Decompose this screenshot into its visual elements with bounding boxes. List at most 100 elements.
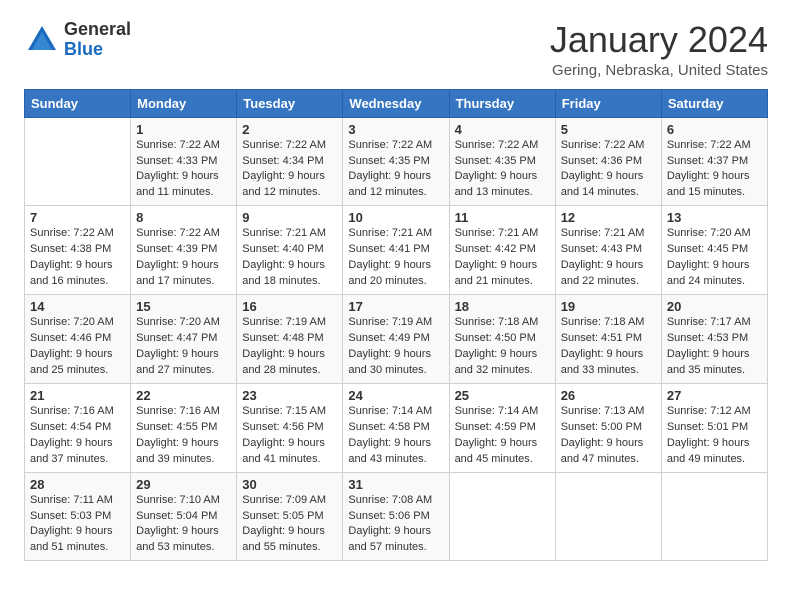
calendar-cell: 20Sunrise: 7:17 AMSunset: 4:53 PMDayligh… bbox=[661, 295, 767, 384]
logo-blue-text: Blue bbox=[64, 40, 131, 60]
day-number: 1 bbox=[136, 122, 231, 137]
day-info: Sunrise: 7:10 AMSunset: 5:04 PMDaylight:… bbox=[136, 493, 231, 557]
day-number: 22 bbox=[136, 388, 231, 403]
day-info: Sunrise: 7:11 AMSunset: 5:03 PMDaylight:… bbox=[30, 493, 125, 557]
calendar-week-row: 14Sunrise: 7:20 AMSunset: 4:46 PMDayligh… bbox=[25, 295, 768, 384]
calendar-cell: 19Sunrise: 7:18 AMSunset: 4:51 PMDayligh… bbox=[555, 295, 661, 384]
calendar-cell bbox=[661, 472, 767, 561]
location-text: Gering, Nebraska, United States bbox=[550, 62, 768, 79]
calendar-cell: 12Sunrise: 7:21 AMSunset: 4:43 PMDayligh… bbox=[555, 206, 661, 295]
day-info: Sunrise: 7:12 AMSunset: 5:01 PMDaylight:… bbox=[667, 404, 762, 468]
day-number: 12 bbox=[561, 210, 656, 225]
calendar-cell: 11Sunrise: 7:21 AMSunset: 4:42 PMDayligh… bbox=[449, 206, 555, 295]
day-number: 6 bbox=[667, 122, 762, 137]
calendar-cell: 30Sunrise: 7:09 AMSunset: 5:05 PMDayligh… bbox=[237, 472, 343, 561]
calendar-cell: 28Sunrise: 7:11 AMSunset: 5:03 PMDayligh… bbox=[25, 472, 131, 561]
logo: General Blue bbox=[24, 20, 131, 60]
day-info: Sunrise: 7:20 AMSunset: 4:47 PMDaylight:… bbox=[136, 315, 231, 379]
day-info: Sunrise: 7:20 AMSunset: 4:45 PMDaylight:… bbox=[667, 226, 762, 290]
day-number: 19 bbox=[561, 299, 656, 314]
day-number: 26 bbox=[561, 388, 656, 403]
day-number: 7 bbox=[30, 210, 125, 225]
day-info: Sunrise: 7:22 AMSunset: 4:35 PMDaylight:… bbox=[455, 138, 550, 202]
calendar-week-row: 7Sunrise: 7:22 AMSunset: 4:38 PMDaylight… bbox=[25, 206, 768, 295]
day-info: Sunrise: 7:20 AMSunset: 4:46 PMDaylight:… bbox=[30, 315, 125, 379]
calendar-cell: 15Sunrise: 7:20 AMSunset: 4:47 PMDayligh… bbox=[131, 295, 237, 384]
calendar-cell: 21Sunrise: 7:16 AMSunset: 4:54 PMDayligh… bbox=[25, 383, 131, 472]
day-info: Sunrise: 7:16 AMSunset: 4:54 PMDaylight:… bbox=[30, 404, 125, 468]
day-info: Sunrise: 7:17 AMSunset: 4:53 PMDaylight:… bbox=[667, 315, 762, 379]
day-number: 14 bbox=[30, 299, 125, 314]
day-info: Sunrise: 7:22 AMSunset: 4:39 PMDaylight:… bbox=[136, 226, 231, 290]
page-header: General Blue January 2024 Gering, Nebras… bbox=[24, 20, 768, 79]
day-info: Sunrise: 7:22 AMSunset: 4:36 PMDaylight:… bbox=[561, 138, 656, 202]
day-number: 5 bbox=[561, 122, 656, 137]
day-number: 29 bbox=[136, 477, 231, 492]
day-info: Sunrise: 7:21 AMSunset: 4:43 PMDaylight:… bbox=[561, 226, 656, 290]
logo-general-text: General bbox=[64, 20, 131, 40]
day-info: Sunrise: 7:15 AMSunset: 4:56 PMDaylight:… bbox=[242, 404, 337, 468]
day-number: 15 bbox=[136, 299, 231, 314]
month-title: January 2024 bbox=[550, 20, 768, 60]
day-info: Sunrise: 7:22 AMSunset: 4:35 PMDaylight:… bbox=[348, 138, 443, 202]
day-number: 16 bbox=[242, 299, 337, 314]
day-number: 28 bbox=[30, 477, 125, 492]
day-number: 27 bbox=[667, 388, 762, 403]
calendar-cell: 26Sunrise: 7:13 AMSunset: 5:00 PMDayligh… bbox=[555, 383, 661, 472]
day-info: Sunrise: 7:21 AMSunset: 4:41 PMDaylight:… bbox=[348, 226, 443, 290]
day-info: Sunrise: 7:09 AMSunset: 5:05 PMDaylight:… bbox=[242, 493, 337, 557]
day-info: Sunrise: 7:22 AMSunset: 4:34 PMDaylight:… bbox=[242, 138, 337, 202]
calendar-cell: 25Sunrise: 7:14 AMSunset: 4:59 PMDayligh… bbox=[449, 383, 555, 472]
header-sunday: Sunday bbox=[25, 89, 131, 117]
day-info: Sunrise: 7:16 AMSunset: 4:55 PMDaylight:… bbox=[136, 404, 231, 468]
day-info: Sunrise: 7:21 AMSunset: 4:40 PMDaylight:… bbox=[242, 226, 337, 290]
calendar-week-row: 1Sunrise: 7:22 AMSunset: 4:33 PMDaylight… bbox=[25, 117, 768, 206]
calendar-cell: 24Sunrise: 7:14 AMSunset: 4:58 PMDayligh… bbox=[343, 383, 449, 472]
day-info: Sunrise: 7:14 AMSunset: 4:59 PMDaylight:… bbox=[455, 404, 550, 468]
calendar-cell: 1Sunrise: 7:22 AMSunset: 4:33 PMDaylight… bbox=[131, 117, 237, 206]
calendar-cell bbox=[555, 472, 661, 561]
day-info: Sunrise: 7:19 AMSunset: 4:49 PMDaylight:… bbox=[348, 315, 443, 379]
calendar-cell: 29Sunrise: 7:10 AMSunset: 5:04 PMDayligh… bbox=[131, 472, 237, 561]
day-number: 3 bbox=[348, 122, 443, 137]
day-info: Sunrise: 7:18 AMSunset: 4:50 PMDaylight:… bbox=[455, 315, 550, 379]
day-info: Sunrise: 7:22 AMSunset: 4:33 PMDaylight:… bbox=[136, 138, 231, 202]
day-number: 18 bbox=[455, 299, 550, 314]
calendar-cell: 4Sunrise: 7:22 AMSunset: 4:35 PMDaylight… bbox=[449, 117, 555, 206]
day-info: Sunrise: 7:22 AMSunset: 4:37 PMDaylight:… bbox=[667, 138, 762, 202]
header-wednesday: Wednesday bbox=[343, 89, 449, 117]
calendar-cell: 22Sunrise: 7:16 AMSunset: 4:55 PMDayligh… bbox=[131, 383, 237, 472]
day-number: 13 bbox=[667, 210, 762, 225]
header-thursday: Thursday bbox=[449, 89, 555, 117]
calendar-week-row: 21Sunrise: 7:16 AMSunset: 4:54 PMDayligh… bbox=[25, 383, 768, 472]
day-number: 4 bbox=[455, 122, 550, 137]
calendar-cell: 5Sunrise: 7:22 AMSunset: 4:36 PMDaylight… bbox=[555, 117, 661, 206]
day-number: 10 bbox=[348, 210, 443, 225]
day-number: 2 bbox=[242, 122, 337, 137]
day-number: 20 bbox=[667, 299, 762, 314]
calendar-cell: 10Sunrise: 7:21 AMSunset: 4:41 PMDayligh… bbox=[343, 206, 449, 295]
header-tuesday: Tuesday bbox=[237, 89, 343, 117]
calendar-cell: 9Sunrise: 7:21 AMSunset: 4:40 PMDaylight… bbox=[237, 206, 343, 295]
calendar-cell: 13Sunrise: 7:20 AMSunset: 4:45 PMDayligh… bbox=[661, 206, 767, 295]
day-number: 23 bbox=[242, 388, 337, 403]
calendar-week-row: 28Sunrise: 7:11 AMSunset: 5:03 PMDayligh… bbox=[25, 472, 768, 561]
day-number: 31 bbox=[348, 477, 443, 492]
calendar-cell bbox=[25, 117, 131, 206]
logo-icon bbox=[24, 22, 60, 58]
header-friday: Friday bbox=[555, 89, 661, 117]
day-number: 24 bbox=[348, 388, 443, 403]
calendar-cell: 7Sunrise: 7:22 AMSunset: 4:38 PMDaylight… bbox=[25, 206, 131, 295]
day-number: 21 bbox=[30, 388, 125, 403]
calendar-cell: 2Sunrise: 7:22 AMSunset: 4:34 PMDaylight… bbox=[237, 117, 343, 206]
day-number: 9 bbox=[242, 210, 337, 225]
calendar-cell: 18Sunrise: 7:18 AMSunset: 4:50 PMDayligh… bbox=[449, 295, 555, 384]
day-info: Sunrise: 7:18 AMSunset: 4:51 PMDaylight:… bbox=[561, 315, 656, 379]
calendar-cell: 3Sunrise: 7:22 AMSunset: 4:35 PMDaylight… bbox=[343, 117, 449, 206]
weekday-header-row: Sunday Monday Tuesday Wednesday Thursday… bbox=[25, 89, 768, 117]
day-number: 11 bbox=[455, 210, 550, 225]
calendar-table: Sunday Monday Tuesday Wednesday Thursday… bbox=[24, 89, 768, 562]
day-info: Sunrise: 7:13 AMSunset: 5:00 PMDaylight:… bbox=[561, 404, 656, 468]
calendar-cell bbox=[449, 472, 555, 561]
calendar-cell: 6Sunrise: 7:22 AMSunset: 4:37 PMDaylight… bbox=[661, 117, 767, 206]
